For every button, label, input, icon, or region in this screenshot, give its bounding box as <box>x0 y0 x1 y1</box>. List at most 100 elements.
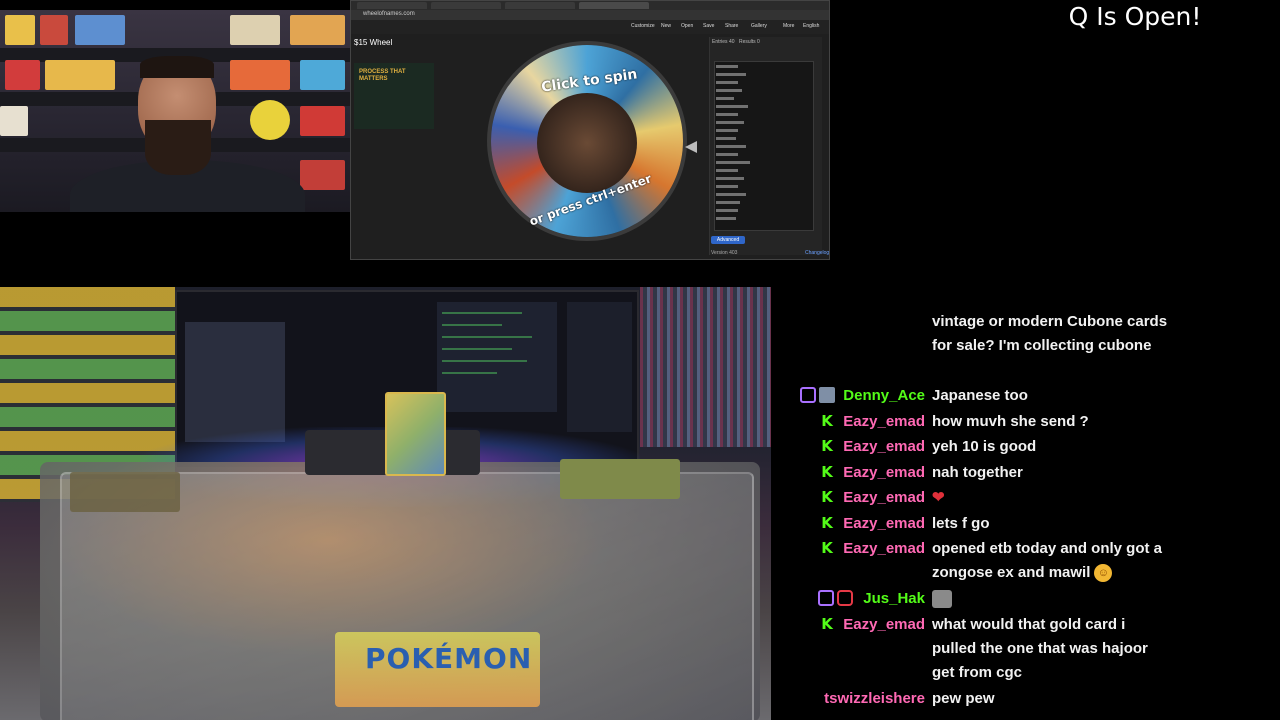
entry-line <box>716 177 744 180</box>
chat-badges <box>800 387 835 405</box>
chat-username[interactable]: Eazy_emad <box>843 410 925 434</box>
chat-message: vintage or modern Cubone cards for sale?… <box>790 310 1270 382</box>
ad-headline: PROCESS THAT MATTERS <box>359 69 406 82</box>
chat-text-content: lets f go <box>932 515 990 532</box>
chat-badges: K <box>819 464 835 482</box>
kick-icon: K <box>821 615 833 633</box>
chat-text-content: pew pew <box>932 690 995 707</box>
kick-icon: K <box>821 514 833 532</box>
menu-more[interactable]: More <box>783 23 794 29</box>
chat-text: opened etb today and only got a zongose … <box>932 537 1172 585</box>
product-box <box>290 15 345 45</box>
chat-text-content: opened etb today and only got a zongose … <box>932 540 1163 581</box>
product-box <box>40 15 68 45</box>
wheel-center-image[interactable] <box>537 93 637 193</box>
chat-text-content: nah together <box>932 464 1023 481</box>
booster-pack <box>70 472 180 512</box>
product-box <box>300 60 345 90</box>
chat-username[interactable]: Denny_Ace <box>843 384 925 408</box>
entry-line <box>716 105 748 108</box>
entry-line <box>716 153 738 156</box>
menu-language[interactable]: English <box>803 23 819 29</box>
kick-icon: K <box>821 463 833 481</box>
kick-icon: K <box>821 412 833 430</box>
chat-message: Eazy_emad Kwhat would that gold card i pu… <box>790 613 1270 685</box>
chat-message: Denny_Ace Japanese too <box>790 384 1270 408</box>
chat-text: nah together <box>932 461 1172 485</box>
pokemon-logo: POKÉMON <box>365 642 533 675</box>
kick-icon: K <box>821 488 833 506</box>
chat-text-content: what would that gold card i pulled the o… <box>932 616 1148 681</box>
product-box <box>300 106 345 136</box>
webcam-feed <box>0 10 350 212</box>
channel-badge-icon <box>837 590 853 606</box>
streamer-beard <box>145 120 211 175</box>
entry-line <box>716 161 750 164</box>
chat-badges: K <box>819 515 835 533</box>
browser-tab[interactable] <box>357 2 427 9</box>
version-label: Version 403 <box>711 250 738 256</box>
product-box <box>75 15 125 45</box>
entry-line <box>716 121 744 124</box>
streamer-hair <box>140 56 214 78</box>
changelog-link[interactable]: Changelog <box>805 250 829 256</box>
kick-icon: K <box>821 539 833 557</box>
table-camera-feed: POKÉMON <box>0 287 771 720</box>
monitor-panel <box>567 302 632 432</box>
chat-text-content: yeh 10 is good <box>932 438 1037 455</box>
chat-message: tswizzleishere pew pew <box>790 687 1270 711</box>
advanced-button[interactable]: Advanced <box>711 236 745 244</box>
entry-line <box>716 193 746 196</box>
chat-username[interactable]: Eazy_emad <box>843 461 925 485</box>
image-emote-icon <box>932 590 952 609</box>
chat-message: Eazy_emad Knah together <box>790 461 1270 485</box>
chat-text: vintage or modern Cubone cards for sale?… <box>932 310 1172 358</box>
url-text: wheelofnames.com <box>363 11 415 17</box>
chat-message: Eazy_emad Kopened etb today and only got … <box>790 537 1270 585</box>
menu-open[interactable]: Open <box>681 23 693 29</box>
chat-username[interactable]: Eazy_emad <box>843 486 925 510</box>
browser-tab[interactable] <box>431 2 501 9</box>
chat-text-content: Japanese too <box>932 387 1028 404</box>
menu-new[interactable]: New <box>661 23 671 29</box>
chat-username[interactable]: Eazy_emad <box>843 435 925 459</box>
address-bar[interactable] <box>351 10 829 20</box>
monitor-chat-line <box>442 372 497 374</box>
tab-results[interactable]: Results 0 <box>739 39 760 45</box>
entry-line <box>716 209 738 212</box>
menu-gallery[interactable]: Gallery <box>751 23 767 29</box>
chat-badges: K <box>819 438 835 456</box>
chat-username[interactable]: Jus_Hak <box>863 587 925 611</box>
product-box <box>300 160 345 190</box>
chat-text: pew pew <box>932 687 1172 711</box>
chat-text-content: how muvh she send ? <box>932 413 1089 430</box>
tab-entries[interactable]: Entries 40 <box>712 39 735 45</box>
browser-tab[interactable] <box>505 2 575 9</box>
monitor-chat-line <box>442 360 527 362</box>
chat-badges: K <box>819 413 835 431</box>
menu-customize[interactable]: Customize <box>631 23 655 29</box>
laughing-emote-icon: ☺ <box>1094 564 1113 583</box>
wheel-title: $15 Wheel <box>354 38 393 47</box>
chat-username[interactable]: Eazy_emad <box>843 613 925 637</box>
chat-text: ❤ <box>932 486 1172 510</box>
chat-text-content: vintage or modern Cubone cards for sale?… <box>932 313 1168 354</box>
menu-save[interactable]: Save <box>703 23 714 29</box>
entry-line <box>716 145 746 148</box>
menu-share[interactable]: Share <box>725 23 738 29</box>
card-display-shelf <box>640 287 771 447</box>
entry-line <box>716 185 738 188</box>
chat-username[interactable]: tswizzleishere <box>824 687 925 711</box>
monitor-chat-line <box>442 312 522 314</box>
browser-tab-strip <box>351 1 829 10</box>
chat-text <box>932 587 1172 611</box>
chat-username[interactable]: Eazy_emad <box>843 537 925 561</box>
monitor-panel <box>437 302 557 412</box>
monitor-panel <box>185 322 285 442</box>
product-box <box>0 106 28 136</box>
browser-tab-active[interactable] <box>579 2 649 9</box>
chat-badges: K <box>819 540 835 558</box>
chat-username[interactable]: Eazy_emad <box>843 512 925 536</box>
chat-badges: K <box>819 616 835 634</box>
chat-text: Japanese too <box>932 384 1172 408</box>
